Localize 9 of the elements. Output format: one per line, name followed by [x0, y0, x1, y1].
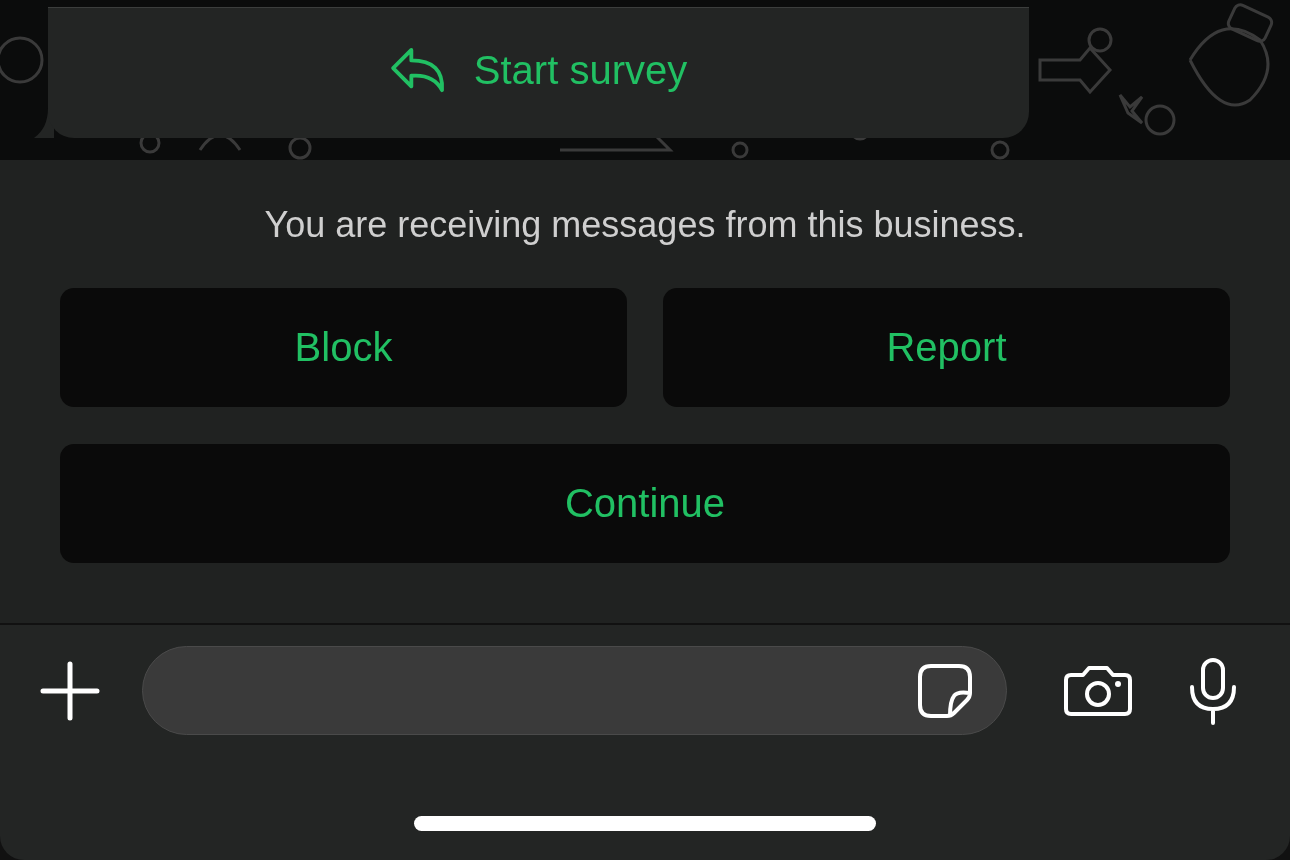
action-button[interactable]: Continue [60, 444, 1230, 563]
microphone-icon[interactable] [1188, 656, 1238, 725]
plus-icon[interactable] [40, 660, 100, 721]
start-survey-button[interactable]: Start survey [389, 47, 688, 93]
sticker-icon[interactable] [917, 662, 973, 719]
notice-text: You are receiving messages from this business. [263, 204, 1027, 246]
action-button[interactable]: Block [60, 288, 627, 407]
action-button[interactable]: Report [663, 288, 1230, 407]
camera-icon[interactable] [1063, 664, 1133, 717]
